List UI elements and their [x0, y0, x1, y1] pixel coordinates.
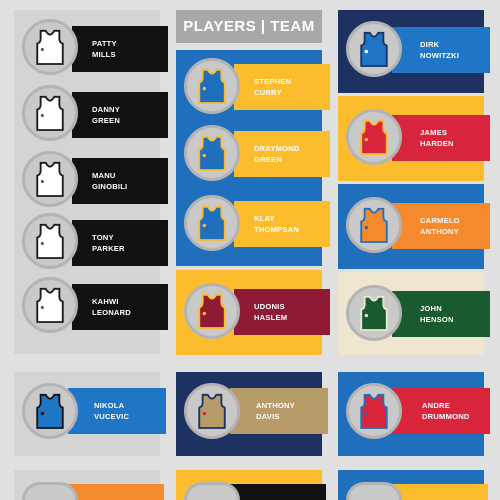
panel-partial-right — [338, 470, 488, 500]
player-card-andre-drummond[interactable]: ANDRE DRUMMOND — [342, 378, 490, 444]
player-card-patty-mills[interactable]: PATTY MILLS — [18, 14, 168, 80]
jersey-icon — [36, 161, 64, 197]
avatar — [346, 21, 402, 77]
jersey-icon — [36, 95, 64, 131]
jersey-icon — [198, 393, 226, 429]
name-label: PATTY MILLS — [72, 26, 168, 72]
jersey-icon — [36, 223, 64, 259]
jersey-icon — [36, 29, 64, 65]
name-label: DRAYMOND GREEN — [234, 131, 330, 177]
avatar — [22, 213, 78, 269]
player-card-james-harden[interactable]: JAMES HARDEN — [342, 104, 490, 170]
jersey-icon — [360, 295, 388, 331]
player-card-klay-thompsan[interactable]: KLAY THOMPSAN — [180, 190, 330, 256]
player-card-nikola-vucevic[interactable]: NIKOLA VUCEVIC — [18, 378, 166, 444]
avatar — [346, 197, 402, 253]
jersey-icon — [360, 119, 388, 155]
jersey-icon — [198, 68, 226, 104]
avatar — [184, 195, 240, 251]
player-card-draymond-green[interactable]: DRAYMOND GREEN — [180, 120, 330, 186]
jersey-icon — [36, 393, 64, 429]
player-card-stephen-curry[interactable]: STEPHEN CURRY — [180, 53, 330, 119]
avatar — [22, 85, 78, 141]
player-card-anthony-davis[interactable]: ANTHONY DAVIS — [180, 378, 328, 444]
name-label: STEPHEN CURRY — [234, 64, 330, 110]
jersey-icon — [198, 293, 226, 329]
avatar — [22, 383, 78, 439]
name-label: ANTHONY DAVIS — [230, 388, 328, 434]
player-card-tony-parker[interactable]: TONY PARKER — [18, 208, 168, 274]
name-label: KLAY THOMPSAN — [234, 201, 330, 247]
name-label: CARMELO ANTHONY — [392, 203, 490, 249]
player-card-dirk-nowitzki[interactable]: DIRK NOWITZKI — [342, 16, 490, 82]
avatar — [184, 283, 240, 339]
jersey-icon — [198, 135, 226, 171]
page-title: PLAYERS | TEAM — [183, 18, 315, 35]
avatar — [22, 277, 78, 333]
jersey-icon — [360, 31, 388, 67]
player-card-john-henson[interactable]: JOHN HENSON — [342, 280, 490, 346]
avatar — [184, 383, 240, 439]
avatar — [346, 383, 402, 439]
name-label: NIKOLA VUCEVIC — [68, 388, 166, 434]
jersey-icon — [198, 205, 226, 241]
jersey-icon — [360, 207, 388, 243]
avatar — [346, 285, 402, 341]
name-label: MANU GINOBILI — [72, 158, 168, 204]
name-label: DANNY GREEN — [72, 92, 168, 138]
avatar — [184, 58, 240, 114]
name-label: UDONIS HASLEM — [234, 289, 330, 335]
avatar — [22, 151, 78, 207]
avatar — [184, 125, 240, 181]
name-label: JAMES HARDEN — [392, 115, 490, 161]
player-card-carmelo-anthony[interactable]: CARMELO ANTHONY — [342, 192, 490, 258]
player-card-danny-green[interactable]: DANNY GREEN — [18, 80, 168, 146]
player-card-manu-ginobili[interactable]: MANU GINOBILI — [18, 146, 168, 212]
name-label: TONY PARKER — [72, 220, 168, 266]
name-label: DIRK NOWITZKI — [392, 27, 490, 73]
header: PLAYERS | TEAM — [176, 10, 322, 43]
name-label: KAHWI LEONARD — [72, 284, 168, 330]
panel-partial-left — [14, 470, 164, 500]
player-card-kahwi-leonard[interactable]: KAHWI LEONARD — [18, 272, 168, 338]
player-card-udonis-haslem[interactable]: UDONIS HASLEM — [180, 278, 330, 344]
jersey-icon — [360, 393, 388, 429]
panel-partial-center — [176, 470, 326, 500]
avatar — [346, 109, 402, 165]
jersey-icon — [36, 287, 64, 323]
avatar — [22, 19, 78, 75]
name-label: JOHN HENSON — [392, 291, 490, 337]
name-label: ANDRE DRUMMOND — [392, 388, 490, 434]
